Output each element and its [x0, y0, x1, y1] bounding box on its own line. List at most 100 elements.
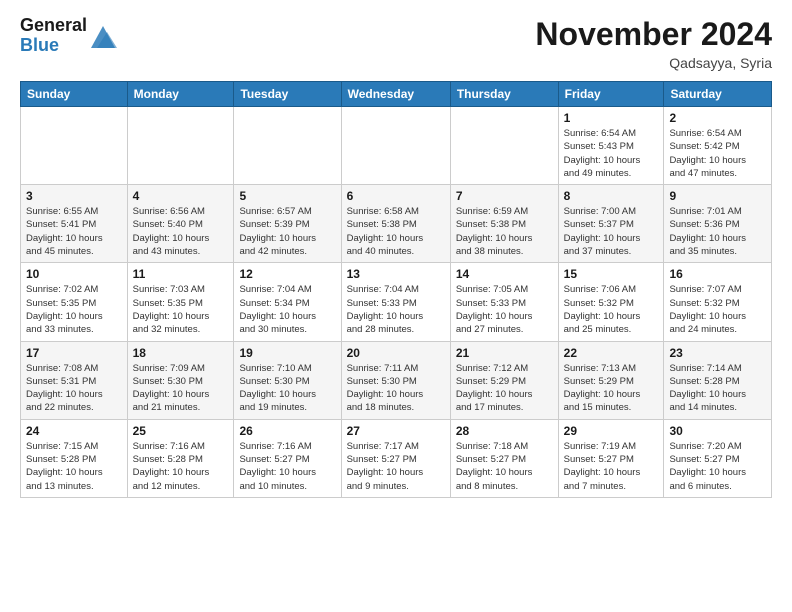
day-info: Sunrise: 6:56 AM Sunset: 5:40 PM Dayligh…	[133, 205, 229, 258]
day-number: 27	[347, 424, 445, 438]
day-info: Sunrise: 7:17 AM Sunset: 5:27 PM Dayligh…	[347, 440, 445, 493]
day-number: 6	[347, 189, 445, 203]
day-info: Sunrise: 7:12 AM Sunset: 5:29 PM Dayligh…	[456, 362, 553, 415]
day-number: 2	[669, 111, 766, 125]
day-info: Sunrise: 7:00 AM Sunset: 5:37 PM Dayligh…	[564, 205, 659, 258]
day-info: Sunrise: 6:54 AM Sunset: 5:43 PM Dayligh…	[564, 127, 659, 180]
day-info: Sunrise: 6:54 AM Sunset: 5:42 PM Dayligh…	[669, 127, 766, 180]
calendar-cell: 5Sunrise: 6:57 AM Sunset: 5:39 PM Daylig…	[234, 185, 341, 263]
day-info: Sunrise: 7:05 AM Sunset: 5:33 PM Dayligh…	[456, 283, 553, 336]
day-number: 22	[564, 346, 659, 360]
calendar-week-3: 10 Sunrise: 7:02 AM Sunset: 5:35 PM Dayli…	[21, 263, 772, 341]
day-number: 12	[239, 267, 335, 281]
calendar-cell: 18 Sunrise: 7:09 AM Sunset: 5:30 PM Dayli…	[127, 341, 234, 419]
calendar-cell: 3 Sunrise: 6:55 AM Sunset: 5:41 PM Daylig…	[21, 185, 128, 263]
day-info: Sunrise: 7:10 AM Sunset: 5:30 PM Dayligh…	[239, 362, 335, 415]
day-info: Sunrise: 7:01 AM Sunset: 5:36 PM Dayligh…	[669, 205, 766, 258]
day-info: Sunrise: 7:18 AM Sunset: 5:27 PM Dayligh…	[456, 440, 553, 493]
calendar-cell: 19 Sunrise: 7:10 AM Sunset: 5:30 PM Dayli…	[234, 341, 341, 419]
day-number: 11	[133, 267, 229, 281]
day-info: Sunrise: 7:09 AM Sunset: 5:30 PM Dayligh…	[133, 362, 229, 415]
day-number: 8	[564, 189, 659, 203]
calendar-cell: 9 Sunrise: 7:01 AM Sunset: 5:36 PM Daylig…	[664, 185, 772, 263]
day-number: 15	[564, 267, 659, 281]
weekday-header-friday: Friday	[558, 82, 664, 107]
calendar-cell	[341, 107, 450, 185]
day-number: 20	[347, 346, 445, 360]
day-info: Sunrise: 7:13 AM Sunset: 5:29 PM Dayligh…	[564, 362, 659, 415]
calendar-cell: 13 Sunrise: 7:04 AM Sunset: 5:33 PM Dayli…	[341, 263, 450, 341]
day-number: 30	[669, 424, 766, 438]
day-info: Sunrise: 7:07 AM Sunset: 5:32 PM Dayligh…	[669, 283, 766, 336]
calendar-week-4: 17 Sunrise: 7:08 AM Sunset: 5:31 PM Dayli…	[21, 341, 772, 419]
day-info: Sunrise: 7:03 AM Sunset: 5:35 PM Dayligh…	[133, 283, 229, 336]
day-number: 19	[239, 346, 335, 360]
day-number: 1	[564, 111, 659, 125]
day-number: 10	[26, 267, 122, 281]
calendar-cell: 22 Sunrise: 7:13 AM Sunset: 5:29 PM Dayli…	[558, 341, 664, 419]
day-info: Sunrise: 6:58 AM Sunset: 5:38 PM Dayligh…	[347, 205, 445, 258]
day-info: Sunrise: 7:04 AM Sunset: 5:34 PM Dayligh…	[239, 283, 335, 336]
calendar-cell: 1 Sunrise: 6:54 AM Sunset: 5:43 PM Daylig…	[558, 107, 664, 185]
day-info: Sunrise: 7:16 AM Sunset: 5:28 PM Dayligh…	[133, 440, 229, 493]
calendar-week-2: 3 Sunrise: 6:55 AM Sunset: 5:41 PM Daylig…	[21, 185, 772, 263]
weekday-header-wednesday: Wednesday	[341, 82, 450, 107]
calendar-cell: 11 Sunrise: 7:03 AM Sunset: 5:35 PM Dayli…	[127, 263, 234, 341]
weekday-header-row: SundayMondayTuesdayWednesdayThursdayFrid…	[21, 82, 772, 107]
calendar-cell	[127, 107, 234, 185]
day-number: 4	[133, 189, 229, 203]
calendar-cell: 26Sunrise: 7:16 AM Sunset: 5:27 PM Dayli…	[234, 419, 341, 497]
calendar-cell: 14 Sunrise: 7:05 AM Sunset: 5:33 PM Dayli…	[450, 263, 558, 341]
day-info: Sunrise: 7:20 AM Sunset: 5:27 PM Dayligh…	[669, 440, 766, 493]
calendar-cell: 12 Sunrise: 7:04 AM Sunset: 5:34 PM Dayli…	[234, 263, 341, 341]
calendar-cell: 27 Sunrise: 7:17 AM Sunset: 5:27 PM Dayli…	[341, 419, 450, 497]
day-info: Sunrise: 7:06 AM Sunset: 5:32 PM Dayligh…	[564, 283, 659, 336]
calendar-week-5: 24Sunrise: 7:15 AM Sunset: 5:28 PM Dayli…	[21, 419, 772, 497]
calendar-cell: 10 Sunrise: 7:02 AM Sunset: 5:35 PM Dayli…	[21, 263, 128, 341]
day-number: 17	[26, 346, 122, 360]
day-info: Sunrise: 7:04 AM Sunset: 5:33 PM Dayligh…	[347, 283, 445, 336]
day-number: 29	[564, 424, 659, 438]
day-number: 13	[347, 267, 445, 281]
day-number: 23	[669, 346, 766, 360]
logo-text: General Blue	[20, 16, 87, 56]
title-block: November 2024 Qadsayya, Syria	[535, 16, 772, 71]
day-number: 3	[26, 189, 122, 203]
day-number: 16	[669, 267, 766, 281]
weekday-header-saturday: Saturday	[664, 82, 772, 107]
day-number: 18	[133, 346, 229, 360]
logo-blue: Blue	[20, 36, 87, 56]
day-number: 9	[669, 189, 766, 203]
calendar-cell: 17 Sunrise: 7:08 AM Sunset: 5:31 PM Dayli…	[21, 341, 128, 419]
day-number: 24	[26, 424, 122, 438]
calendar-cell: 28Sunrise: 7:18 AM Sunset: 5:27 PM Dayli…	[450, 419, 558, 497]
calendar-cell: 21Sunrise: 7:12 AM Sunset: 5:29 PM Dayli…	[450, 341, 558, 419]
day-info: Sunrise: 7:02 AM Sunset: 5:35 PM Dayligh…	[26, 283, 122, 336]
calendar-week-1: 1 Sunrise: 6:54 AM Sunset: 5:43 PM Daylig…	[21, 107, 772, 185]
calendar-cell: 6 Sunrise: 6:58 AM Sunset: 5:38 PM Daylig…	[341, 185, 450, 263]
calendar-cell: 15 Sunrise: 7:06 AM Sunset: 5:32 PM Dayli…	[558, 263, 664, 341]
calendar-cell: 20Sunrise: 7:11 AM Sunset: 5:30 PM Dayli…	[341, 341, 450, 419]
calendar-cell: 29 Sunrise: 7:19 AM Sunset: 5:27 PM Dayli…	[558, 419, 664, 497]
calendar-cell: 16 Sunrise: 7:07 AM Sunset: 5:32 PM Dayli…	[664, 263, 772, 341]
calendar-cell: 25Sunrise: 7:16 AM Sunset: 5:28 PM Dayli…	[127, 419, 234, 497]
calendar-cell	[21, 107, 128, 185]
weekday-header-thursday: Thursday	[450, 82, 558, 107]
weekday-header-sunday: Sunday	[21, 82, 128, 107]
calendar-cell: 23Sunrise: 7:14 AM Sunset: 5:28 PM Dayli…	[664, 341, 772, 419]
page: General Blue November 2024 Qadsayya, Syr…	[0, 0, 792, 612]
weekday-header-tuesday: Tuesday	[234, 82, 341, 107]
calendar-cell: 2 Sunrise: 6:54 AM Sunset: 5:42 PM Daylig…	[664, 107, 772, 185]
day-info: Sunrise: 7:19 AM Sunset: 5:27 PM Dayligh…	[564, 440, 659, 493]
day-info: Sunrise: 7:08 AM Sunset: 5:31 PM Dayligh…	[26, 362, 122, 415]
logo-general: General	[20, 16, 87, 36]
logo-icon	[89, 22, 117, 50]
day-info: Sunrise: 6:57 AM Sunset: 5:39 PM Dayligh…	[239, 205, 335, 258]
day-number: 14	[456, 267, 553, 281]
calendar-cell: 30 Sunrise: 7:20 AM Sunset: 5:27 PM Dayli…	[664, 419, 772, 497]
day-info: Sunrise: 6:55 AM Sunset: 5:41 PM Dayligh…	[26, 205, 122, 258]
day-info: Sunrise: 6:59 AM Sunset: 5:38 PM Dayligh…	[456, 205, 553, 258]
calendar-cell	[450, 107, 558, 185]
day-number: 26	[239, 424, 335, 438]
calendar-cell	[234, 107, 341, 185]
